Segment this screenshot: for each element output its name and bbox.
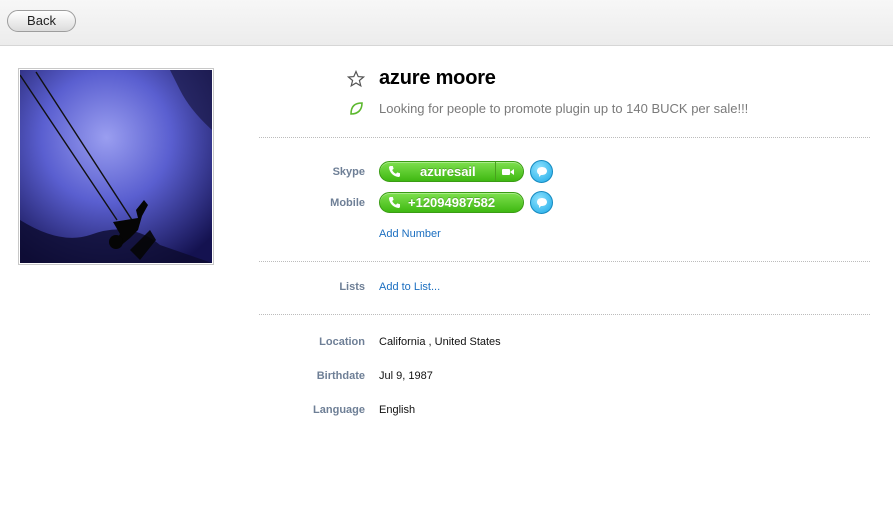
skype-chat-button[interactable] (530, 160, 553, 183)
chat-bubble-icon (537, 198, 547, 208)
contact-name: azure moore (379, 67, 496, 89)
chat-bubble-icon (537, 167, 547, 177)
back-button[interactable]: Back (7, 10, 76, 32)
skype-name: azuresail (420, 164, 476, 179)
mobile-call-button[interactable]: +12094987582 (379, 192, 524, 213)
lists-label: Lists (339, 281, 365, 293)
divider (259, 261, 870, 262)
location-value: California , United States (379, 336, 501, 348)
add-to-list-link[interactable]: Add to List... (379, 281, 440, 293)
language-label: Language (313, 404, 365, 416)
star-icon[interactable] (347, 70, 365, 88)
birthdate-label: Birthdate (316, 370, 365, 382)
mobile-number: +12094987582 (408, 195, 496, 210)
divider (259, 137, 870, 138)
avatar-image (20, 70, 212, 263)
phone-icon (389, 166, 400, 177)
mood-message: Looking for people to promote plugin up … (379, 101, 749, 116)
mobile-chat-button[interactable] (530, 191, 553, 214)
video-icon[interactable] (501, 167, 515, 177)
phone-icon (389, 197, 400, 208)
language-value: English (379, 404, 416, 416)
add-number-link[interactable]: Add Number (379, 228, 441, 240)
toolbar: Back (0, 0, 893, 46)
mood-leaf-icon (350, 102, 363, 115)
avatar (18, 68, 214, 265)
birthdate-value: Jul 9, 1987 (379, 370, 433, 382)
skype-label: Skype (332, 166, 365, 178)
divider (259, 314, 870, 315)
skype-call-button[interactable]: azuresail (379, 161, 524, 182)
location-label: Location (319, 336, 365, 348)
button-separator (495, 162, 496, 181)
mobile-label: Mobile (330, 197, 365, 209)
